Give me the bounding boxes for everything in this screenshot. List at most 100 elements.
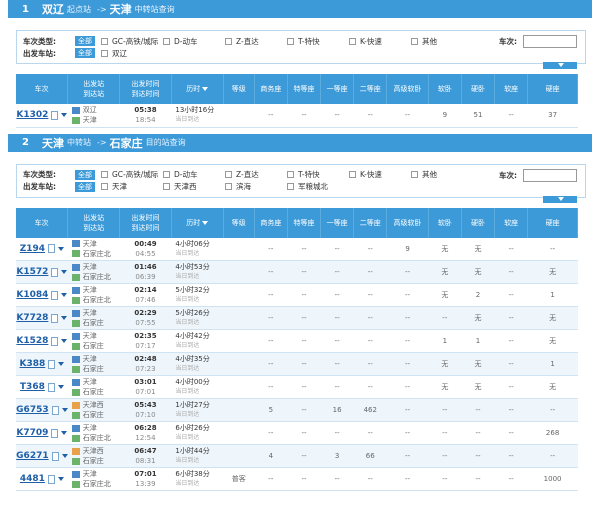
info-icon[interactable] [47, 382, 55, 392]
train-label: 车次: [499, 170, 517, 180]
chevron-down-icon[interactable] [61, 113, 68, 118]
chevron-down-icon[interactable] [61, 454, 68, 458]
type-checkbox[interactable]: K-快速 [349, 169, 411, 180]
table-row: K388 天津 石家庄 02:48 07:23 4小时35分 当日到达 -- -- -- -- -- 无… [16, 352, 578, 376]
seat-availability: 1 [527, 352, 578, 376]
chevron-down-icon[interactable] [57, 385, 64, 389]
type-all-button[interactable]: 全部 [75, 36, 95, 46]
type-checkbox[interactable]: GC-高铁/城际 [101, 36, 163, 47]
dep-label: 出发车站: [23, 48, 56, 58]
info-icon[interactable] [51, 428, 59, 438]
train-number-input[interactable] [523, 35, 577, 48]
chevron-down-icon[interactable] [61, 408, 68, 412]
column-header[interactable]: 车次 [16, 207, 69, 238]
seat-availability: -- [254, 104, 288, 128]
chevron-down-icon[interactable] [58, 246, 65, 251]
column-header[interactable]: 历时 [171, 74, 224, 104]
chevron-down-icon[interactable] [61, 316, 68, 320]
checkbox-icon[interactable] [287, 183, 294, 190]
train-number-link[interactable]: K1572 [16, 267, 48, 277]
checkbox-icon[interactable] [163, 183, 170, 190]
info-icon[interactable] [51, 313, 59, 323]
checkbox-icon[interactable] [163, 37, 170, 45]
column-header[interactable]: 出发时间 到达时间 [119, 207, 172, 238]
info-icon[interactable] [51, 110, 59, 120]
checkbox-icon[interactable] [349, 171, 356, 178]
info-icon[interactable] [51, 405, 59, 415]
arr-time: 18:54 [135, 116, 156, 125]
train-number-input[interactable] [523, 168, 577, 182]
chevron-down-icon[interactable] [61, 339, 68, 343]
info-icon[interactable] [51, 267, 59, 277]
checkbox-icon[interactable] [225, 183, 232, 190]
checkbox-icon[interactable] [101, 37, 108, 45]
chevron-down-icon[interactable] [61, 293, 68, 297]
train-number-link[interactable]: K7728 [16, 313, 48, 323]
column-header[interactable]: 出发站 到达站 [67, 207, 121, 238]
checkbox-icon[interactable] [349, 37, 356, 45]
column-header[interactable]: 历时 [171, 207, 224, 238]
chevron-down-icon[interactable] [58, 362, 65, 366]
station-all-button[interactable]: 全部 [75, 48, 95, 58]
collapse-toggle[interactable] [543, 195, 577, 203]
type-all-button[interactable]: 全部 [75, 169, 95, 180]
collapse-toggle[interactable] [543, 62, 577, 69]
type-checkbox[interactable]: T-特快 [287, 36, 349, 47]
checkbox-icon[interactable] [287, 171, 294, 178]
seat-availability: -- [320, 329, 354, 353]
sort-icon[interactable] [202, 87, 209, 91]
train-number-link[interactable]: Z194 [20, 244, 45, 254]
info-icon[interactable] [51, 451, 59, 461]
checkbox-icon[interactable] [101, 183, 108, 190]
info-icon[interactable] [48, 244, 56, 254]
train-number-link[interactable]: K1084 [16, 290, 48, 300]
column-header[interactable]: 车次 [16, 74, 69, 104]
info-icon[interactable] [51, 290, 59, 300]
type-checkbox[interactable]: Z-直达 [225, 36, 287, 47]
column-header: 商务座 [254, 207, 288, 238]
seat-availability: 3 [320, 444, 354, 468]
type-checkbox[interactable]: 其他 [411, 36, 473, 47]
info-icon[interactable] [47, 474, 55, 484]
chevron-down-icon[interactable] [61, 270, 68, 274]
checkbox-icon[interactable] [225, 37, 232, 45]
info-icon[interactable] [51, 336, 59, 346]
train-number-link[interactable]: K1302 [16, 110, 48, 120]
checkbox-icon[interactable] [411, 37, 418, 45]
train-number-link[interactable]: K7709 [16, 428, 48, 438]
train-number-link[interactable]: T368 [20, 382, 45, 392]
train-number-link[interactable]: G6271 [16, 451, 48, 461]
type-checkbox[interactable]: 其他 [411, 169, 473, 180]
station-checkbox[interactable]: 天津 [101, 181, 163, 192]
seat-availability: -- [254, 260, 288, 284]
type-checkbox[interactable]: D-动车 [163, 169, 225, 180]
dep-time: 00:49 [134, 239, 157, 248]
checkbox-icon[interactable] [411, 171, 418, 178]
train-number-link[interactable]: K388 [20, 359, 46, 369]
type-checkbox[interactable]: D-动车 [163, 36, 225, 47]
seat-availability: -- [494, 352, 528, 376]
chevron-down-icon[interactable] [61, 431, 68, 435]
type-checkbox[interactable]: T-特快 [287, 169, 349, 180]
type-checkbox[interactable]: Z-直达 [225, 169, 287, 180]
checkbox-icon[interactable] [101, 171, 108, 178]
type-checkbox[interactable]: K-快速 [349, 36, 411, 47]
station-checkbox[interactable]: 滨海 [225, 181, 287, 192]
station-checkbox[interactable]: 天津西 [163, 181, 225, 192]
column-header[interactable]: 出发时间 到达时间 [119, 74, 172, 104]
station-checkbox[interactable]: 军粮城北 [287, 181, 349, 192]
info-icon[interactable] [48, 359, 56, 369]
chevron-down-icon[interactable] [57, 477, 64, 481]
checkbox-icon[interactable] [163, 171, 170, 178]
train-number-link[interactable]: G6753 [16, 405, 48, 415]
train-number-link[interactable]: 4481 [20, 474, 45, 484]
column-header[interactable]: 出发站 到达站 [67, 74, 121, 104]
station-checkbox[interactable]: 双辽 [101, 48, 163, 59]
sort-icon[interactable] [202, 220, 209, 225]
type-checkbox[interactable]: GC-高铁/城际 [101, 169, 163, 180]
train-number-link[interactable]: K1528 [16, 336, 48, 346]
station-all-button[interactable]: 全部 [75, 181, 95, 192]
checkbox-icon[interactable] [225, 171, 232, 178]
checkbox-icon[interactable] [287, 37, 294, 45]
checkbox-icon[interactable] [101, 49, 108, 57]
